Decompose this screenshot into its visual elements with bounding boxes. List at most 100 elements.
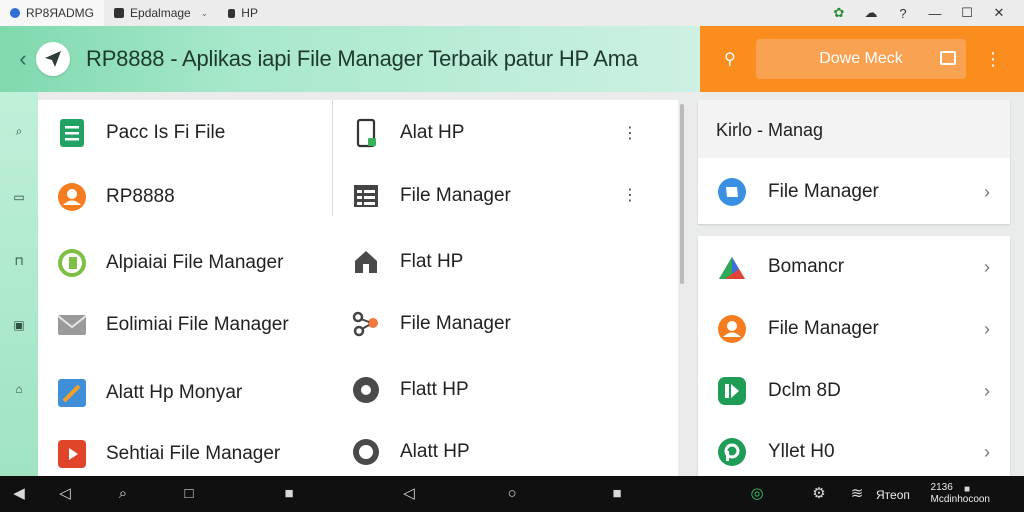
side-item-top[interactable]: File Manager › — [716, 174, 992, 210]
list-item-label: Alat HP — [400, 122, 465, 143]
folder-blue-icon — [716, 176, 748, 208]
settings-icon[interactable]: ⚙ — [810, 486, 828, 502]
chevron-right-icon: › — [984, 318, 990, 339]
list-item[interactable]: File Manager — [350, 304, 511, 344]
left-rail: ⌕ ▭ ⊓ ▣ ⌂ — [0, 92, 38, 476]
stop-icon[interactable]: ■ — [608, 486, 626, 502]
side-list-item[interactable]: Yllet H0 › — [716, 434, 992, 470]
gear-icon — [350, 374, 382, 406]
list-item[interactable]: Eolimiai File Manager — [56, 305, 289, 345]
window-titlebar: RP8ЯADMG Epdalmage ⌄ HP ✿ ☁ ? — ☐ ✕ — [0, 0, 1024, 26]
grid-list-icon — [350, 180, 382, 212]
list-item[interactable]: Pacc Is Fi File — [56, 113, 225, 153]
mail-icon — [56, 309, 88, 341]
list-item[interactable]: Flatt HP — [350, 370, 469, 410]
back-arrow-icon[interactable]: ‹ — [12, 46, 34, 72]
more-options-icon[interactable]: ⋮ — [984, 50, 1002, 68]
app-icon — [10, 8, 20, 18]
refresh-green-icon — [56, 247, 88, 279]
list-item[interactable]: Sehtiai File Manager — [56, 434, 280, 474]
share-icon — [350, 308, 382, 340]
refresh-green-icon — [716, 436, 748, 468]
list-item[interactable]: Alatt HP — [350, 432, 470, 472]
tab-label: Epdalmage — [130, 6, 191, 20]
help-icon[interactable]: ? — [894, 6, 912, 21]
user-orange-icon — [56, 181, 88, 213]
file-list-panel — [38, 100, 678, 476]
tab-epdalmage[interactable]: Epdalmage ⌄ — [104, 0, 218, 26]
minimize-icon[interactable]: — — [926, 6, 944, 21]
side-item-label: File Manager — [768, 181, 879, 202]
tab-hp[interactable]: HP — [218, 0, 268, 26]
tab-label: HP — [241, 6, 258, 20]
wifi-icon[interactable]: ≋ — [848, 486, 866, 502]
side-list-item[interactable]: Bomancr › — [716, 249, 992, 285]
list-item[interactable]: RP8888 — [56, 177, 175, 217]
maximize-icon[interactable]: ☐ — [958, 5, 976, 21]
recents-icon[interactable]: □ — [180, 486, 198, 502]
status-text: Ятеоп — [876, 488, 910, 502]
pen-blue-icon — [56, 377, 88, 409]
column-divider — [332, 100, 333, 216]
list-item[interactable]: Alpiaiai File Manager — [56, 243, 283, 283]
side-list-item[interactable]: File Manager › — [716, 311, 992, 347]
side-item-label: File Manager — [768, 318, 879, 339]
document-icon — [114, 8, 125, 18]
cloud-icon[interactable]: ☁ — [862, 5, 880, 21]
lock-icon — [228, 8, 236, 18]
leaf-icon[interactable]: ✿ — [830, 5, 848, 21]
bookmark-icon[interactable]: ⊓ — [12, 254, 26, 268]
chevron-down-icon[interactable]: ⌄ — [201, 8, 209, 19]
image-icon[interactable]: ▣ — [12, 318, 26, 332]
list-item-label: Alpiaiai File Manager — [106, 252, 284, 273]
window-icon — [940, 51, 956, 65]
side-item-label: Bomancr — [768, 256, 845, 277]
taskbar: ◀ ◁ ⌕ □ ■ ◁ ○ ■ ◎ ⚙ ≋ Ятеоп 2136 Mcdinho… — [0, 476, 1024, 512]
back-icon[interactable]: ◁ — [56, 486, 74, 502]
list-item[interactable]: Flat HP — [350, 242, 463, 282]
pin-icon[interactable]: ⚲ — [724, 49, 746, 69]
done-button[interactable]: Dowe Meck — [756, 39, 966, 79]
search-icon[interactable]: ⌕ — [12, 124, 26, 138]
drive-icon — [716, 251, 748, 283]
tab-label: RP8ЯADMG — [26, 6, 95, 20]
home-icon — [350, 246, 382, 278]
list-item-label: Alatt HP — [400, 441, 470, 462]
stop-icon[interactable]: ■ — [958, 482, 976, 498]
more-options-icon[interactable]: ⋮ — [622, 126, 638, 142]
header-actions: ⚲ Dowe Meck ⋮ — [700, 26, 1024, 92]
close-icon[interactable]: ✕ — [990, 5, 1008, 21]
list-item-label: Flat HP — [400, 251, 464, 272]
stop-icon[interactable]: ■ — [280, 486, 298, 502]
home-icon[interactable]: ⌂ — [12, 382, 26, 396]
tab-app[interactable]: RP8ЯADMG — [0, 0, 105, 26]
scrollbar[interactable] — [680, 104, 684, 284]
back-filled-icon[interactable]: ◀ — [10, 486, 28, 502]
list-item-label: Flatt HP — [400, 379, 469, 400]
list-item-label: RP8888 — [106, 186, 175, 207]
card-icon[interactable]: ▭ — [12, 190, 26, 204]
app-green-icon — [716, 375, 748, 407]
home-circle-icon[interactable]: ○ — [503, 486, 521, 502]
list-item-label: Eolimiai File Manager — [106, 314, 289, 335]
back-icon[interactable]: ◁ — [400, 486, 418, 502]
list-item[interactable]: Alatt Hp Monyar — [56, 373, 242, 413]
search-icon[interactable]: ⌕ — [114, 486, 132, 502]
chevron-right-icon: › — [984, 441, 990, 462]
more-options-icon[interactable]: ⋮ — [622, 188, 638, 204]
chevron-right-icon: › — [984, 380, 990, 401]
check-circle-icon[interactable]: ◎ — [748, 486, 766, 502]
user-orange-icon — [716, 313, 748, 345]
list-item[interactable]: File Manager — [350, 176, 511, 216]
app-header: ‹ RP8888 - Aplikas iapi File Manager Ter… — [0, 26, 700, 92]
chevron-right-icon: › — [984, 181, 990, 202]
done-button-label: Dowe Meck — [819, 50, 903, 67]
side-item-label: Yllet H0 — [768, 441, 835, 462]
play-red-icon — [56, 438, 88, 470]
page-title: RP8888 - Aplikas iapi File Manager Terba… — [86, 46, 638, 71]
side-list-item[interactable]: Dclm 8D › — [716, 373, 992, 409]
list-item-label: Alatt Hp Monyar — [106, 382, 243, 403]
document-green-icon — [56, 117, 88, 149]
list-item[interactable]: Alat HP — [350, 113, 464, 153]
list-item-label: File Manager — [400, 313, 511, 334]
